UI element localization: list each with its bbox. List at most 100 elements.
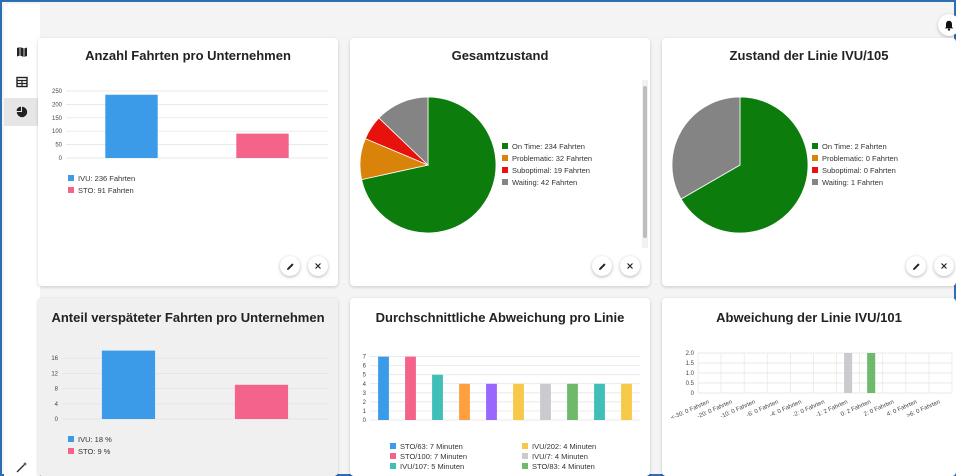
close-button[interactable] (934, 256, 954, 276)
legend-item: IVU/107: 5 Minuten (390, 461, 508, 471)
legend-swatch (502, 179, 508, 185)
legend-item: STO/63: 7 Minuten (390, 441, 508, 451)
close-button[interactable] (308, 256, 328, 276)
y-tick-label: 0.5 (686, 381, 695, 387)
legend-item: STO/83: 4 Minuten (522, 461, 640, 471)
magic-wand-icon[interactable] (16, 460, 28, 476)
close-icon (315, 263, 321, 269)
legend-label: IVU/107: 5 Minuten (400, 461, 465, 471)
bar-chart: 0 50 100 150 200 250 (52, 89, 328, 162)
legend-swatch (502, 143, 508, 149)
legend-item: STO: 9 % (68, 445, 112, 457)
card-actions (592, 256, 640, 276)
y-tick-label: 250 (52, 89, 63, 95)
pie-chart-icon[interactable] (4, 98, 40, 126)
y-tick-label: 1.0 (686, 371, 695, 377)
bar (432, 374, 443, 420)
legend-item: IVU/202: 4 Minuten (522, 441, 640, 451)
legend-swatch (502, 167, 508, 173)
close-icon (627, 263, 633, 269)
y-tick-label: 4 (363, 382, 367, 388)
legend-swatch (390, 463, 396, 469)
bar (236, 133, 289, 158)
legend-label: Waiting: 42 Fahrten (512, 177, 578, 187)
legend-swatch (522, 463, 528, 469)
bar (540, 383, 551, 420)
y-tick-label: 0 (59, 156, 63, 162)
y-tick-label: 2.0 (686, 351, 695, 357)
bar (513, 383, 524, 420)
pie-chart (359, 96, 497, 234)
y-tick-label: 1 (363, 409, 367, 415)
legend-label: STO/63: 7 Minuten (400, 441, 463, 451)
card-line-101-deviation: Abweichung der Linie IVU/101 0 0.5 1.0 1.5 2… (662, 298, 956, 476)
legend-label: IVU: 18 % (78, 434, 112, 444)
legend-label: STO: 91 Fahrten (78, 185, 134, 195)
legend-item: Suboptimal: 0 Fahrten (812, 164, 898, 176)
close-icon (941, 263, 947, 269)
chart-legend: STO/63: 7 Minuten STO/100: 7 Minuten IVU… (390, 441, 508, 471)
chart-legend: IVU: 236 Fahrten STO: 91 Fahrten (68, 172, 135, 196)
chart-legend: On Time: 2 Fahrten Problematic: 0 Fahrte… (812, 140, 898, 188)
table-icon[interactable] (4, 68, 40, 96)
map-icon[interactable] (4, 38, 40, 66)
y-tick-label: 5 (363, 373, 367, 379)
legend-label: STO/100: 7 Minuten (400, 451, 467, 461)
legend-swatch (390, 453, 396, 459)
edit-button[interactable] (280, 256, 300, 276)
legend-item: On Time: 234 Fahrten (502, 140, 592, 152)
y-tick-label: 150 (52, 116, 63, 122)
y-tick-label: 3 (363, 391, 367, 397)
scrollbar-thumb[interactable] (643, 86, 647, 238)
legend-label: Problematic: 32 Fahrten (512, 153, 593, 163)
y-tick-label: 8 (55, 387, 59, 393)
legend-swatch (812, 167, 818, 173)
edit-button[interactable] (906, 256, 926, 276)
bar-chart: 00.51.01.52.0<-30: 0 Fahrten-20: 0 Fahrt… (670, 351, 953, 422)
y-tick-label: 200 (52, 102, 63, 108)
legend-swatch (812, 143, 818, 149)
legend-swatch (812, 179, 818, 185)
legend-swatch (522, 453, 528, 459)
pencil-icon (286, 262, 294, 270)
legend-label: IVU/7: 4 Minuten (532, 451, 588, 461)
legend-label: On Time: 234 Fahrten (512, 141, 585, 151)
bar (486, 383, 497, 420)
scrollbar[interactable] (642, 80, 648, 248)
y-tick-label: 4 (55, 402, 59, 408)
legend-swatch (812, 155, 818, 161)
y-tick-label: 1.5 (686, 361, 695, 367)
y-tick-label: 7 (363, 355, 367, 361)
legend-swatch (68, 448, 74, 454)
card-line-105-status: Zustand der Linie IVU/105 On Time: 2 Fah… (662, 38, 956, 286)
card-average-deviation: Durchschnittliche Abweichung pro Linie 0… (350, 298, 650, 476)
card-trips-per-company: Anzahl Fahrten pro Unternehmen 0 50 100 150… (38, 38, 338, 286)
legend-item: Waiting: 42 Fahrten (502, 176, 592, 188)
pencil-icon (598, 262, 606, 270)
card-actions (906, 256, 954, 276)
bar (594, 383, 605, 420)
legend-label: Suboptimal: 19 Fahrten (512, 165, 590, 175)
legend-item: IVU: 236 Fahrten (68, 172, 135, 184)
legend-item: IVU/7: 4 Minuten (522, 451, 640, 461)
card-late-share: Anteil verspäteter Fahrten pro Unternehm… (38, 298, 338, 476)
legend-item: STO/100: 7 Minuten (390, 451, 508, 461)
legend-label: Waiting: 1 Fahrten (822, 177, 883, 187)
card-actions (280, 256, 328, 276)
bar (378, 356, 389, 420)
bar (621, 383, 632, 420)
close-button[interactable] (620, 256, 640, 276)
bar (105, 94, 158, 158)
pie-chart (671, 96, 809, 234)
legend-item: On Time: 2 Fahrten (812, 140, 898, 152)
y-tick-label: 50 (55, 143, 62, 149)
bar (459, 383, 470, 420)
legend-item: STO: 91 Fahrten (68, 184, 135, 196)
legend-item: Waiting: 1 Fahrten (812, 176, 898, 188)
legend-label: On Time: 2 Fahrten (822, 141, 887, 151)
chart-legend: On Time: 234 Fahrten Problematic: 32 Fah… (502, 140, 592, 188)
bar (101, 350, 156, 419)
bell-icon[interactable] (938, 14, 956, 36)
edit-button[interactable] (592, 256, 612, 276)
legend-item: IVU: 18 % (68, 433, 112, 445)
